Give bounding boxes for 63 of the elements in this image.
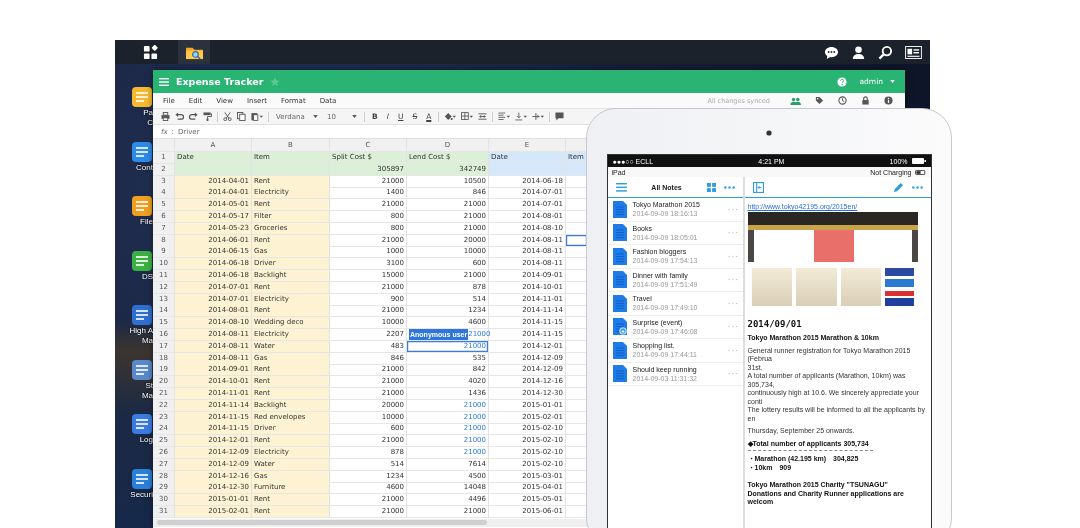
app-label: St — [145, 380, 153, 391]
merge-icon[interactable] — [478, 112, 488, 121]
taskbar-tab[interactable] — [178, 40, 210, 64]
more-icon[interactable] — [723, 185, 735, 189]
app-label: File — [140, 217, 153, 227]
people-icon[interactable] — [790, 96, 801, 105]
app-label: C — [147, 118, 153, 128]
app-icon[interactable] — [131, 140, 153, 163]
fill-color-icon[interactable] — [444, 112, 457, 121]
app-icon[interactable] — [131, 304, 153, 326]
chat-icon[interactable] — [824, 44, 839, 60]
app-label: Cont — [136, 162, 153, 173]
tag-icon[interactable] — [815, 96, 824, 105]
id-card-icon[interactable] — [905, 45, 922, 59]
lock-icon[interactable] — [861, 96, 870, 105]
app-label: Ma — [141, 336, 153, 346]
star-icon[interactable] — [270, 76, 281, 87]
caret-icon — [352, 115, 357, 118]
app-label: Pa — [143, 108, 153, 118]
cut-icon[interactable] — [223, 112, 232, 121]
comment-icon[interactable] — [555, 112, 565, 121]
app-icon[interactable] — [131, 467, 153, 490]
camera-icon — [766, 130, 772, 136]
borders-icon[interactable] — [461, 112, 474, 121]
corner-cell[interactable] — [153, 139, 175, 152]
pencil-icon[interactable] — [892, 181, 904, 193]
user-icon[interactable] — [851, 44, 866, 60]
app-label: DS — [141, 271, 153, 282]
app-icon[interactable] — [131, 249, 153, 272]
app-icon[interactable] — [131, 358, 153, 381]
undo-icon[interactable] — [175, 112, 184, 121]
wrap-icon[interactable] — [532, 112, 545, 121]
battery-icon — [911, 158, 926, 164]
history-icon[interactable] — [838, 96, 847, 105]
sidebar-toggle-icon[interactable] — [752, 181, 764, 193]
document-title: Expense Tracker — [176, 76, 264, 87]
note-heading: 2014/09/01 — [747, 319, 803, 330]
view-grid-icon[interactable] — [706, 182, 716, 192]
app-label: Securi — [130, 489, 153, 500]
app-label: Ma — [141, 390, 153, 401]
app-icon[interactable] — [131, 86, 153, 108]
info-icon[interactable] — [884, 96, 893, 105]
app-label: High A — [129, 326, 153, 336]
main-menu-icon[interactable] — [143, 44, 158, 60]
app-icon[interactable] — [131, 413, 153, 435]
search-icon[interactable] — [878, 44, 893, 60]
print-icon[interactable] — [161, 112, 170, 121]
more-icon[interactable] — [911, 185, 923, 189]
align-icon[interactable] — [498, 112, 511, 121]
help-icon[interactable] — [836, 76, 847, 87]
caret-icon[interactable] — [890, 80, 895, 83]
redo-icon[interactable] — [189, 112, 198, 121]
caret-icon — [313, 115, 318, 118]
app-icon[interactable] — [131, 195, 153, 217]
scrollbar-thumb[interactable] — [157, 520, 487, 526]
menu-icon[interactable] — [615, 182, 627, 192]
paste-icon[interactable] — [251, 112, 263, 121]
menu-icon[interactable] — [159, 77, 169, 86]
app-label: Log — [139, 435, 153, 445]
paint-format-icon[interactable] — [203, 112, 212, 121]
battery-icon — [914, 169, 927, 175]
vertical-align-icon[interactable] — [515, 112, 528, 121]
copy-icon[interactable] — [237, 112, 246, 121]
